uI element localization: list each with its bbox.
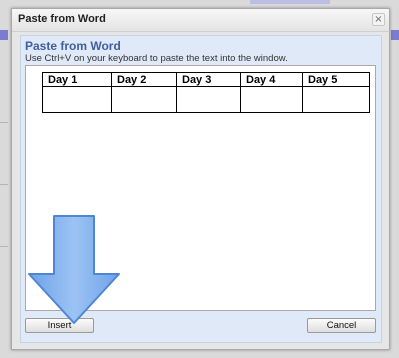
table-cell bbox=[240, 86, 303, 113]
table-row bbox=[42, 86, 370, 113]
background-divider bbox=[0, 184, 8, 185]
table-header-cell: Day 2 bbox=[111, 72, 177, 87]
background-tab-strip bbox=[250, 0, 330, 4]
table-header-row: Day 1 Day 2 Day 3 Day 4 Day 5 bbox=[42, 72, 370, 87]
table-header-cell: Day 4 bbox=[240, 72, 303, 87]
table-cell bbox=[111, 86, 177, 113]
paste-instructions: Use Ctrl+V on your keyboard to paste the… bbox=[25, 53, 288, 64]
table-cell bbox=[176, 86, 241, 113]
background-divider bbox=[0, 122, 8, 123]
background-divider bbox=[0, 246, 8, 247]
table-cell bbox=[42, 86, 112, 113]
table-header-cell: Day 5 bbox=[302, 72, 370, 87]
close-button[interactable]: × bbox=[372, 13, 385, 26]
dialog-heading: Paste from Word bbox=[25, 39, 121, 53]
table-cell bbox=[302, 86, 370, 113]
background-tab-strip bbox=[0, 30, 8, 40]
dialog-title: Paste from Word bbox=[18, 13, 106, 25]
down-arrow-icon bbox=[28, 215, 120, 324]
table-header-cell: Day 3 bbox=[176, 72, 241, 87]
pasted-table: Day 1 Day 2 Day 3 Day 4 Day 5 bbox=[42, 72, 370, 113]
table-header-cell: Day 1 bbox=[42, 72, 112, 87]
background-tab-strip bbox=[391, 30, 399, 40]
cancel-button[interactable]: Cancel bbox=[307, 318, 376, 333]
dialog-titlebar[interactable]: Paste from Word × bbox=[12, 9, 389, 32]
close-icon: × bbox=[374, 14, 383, 25]
